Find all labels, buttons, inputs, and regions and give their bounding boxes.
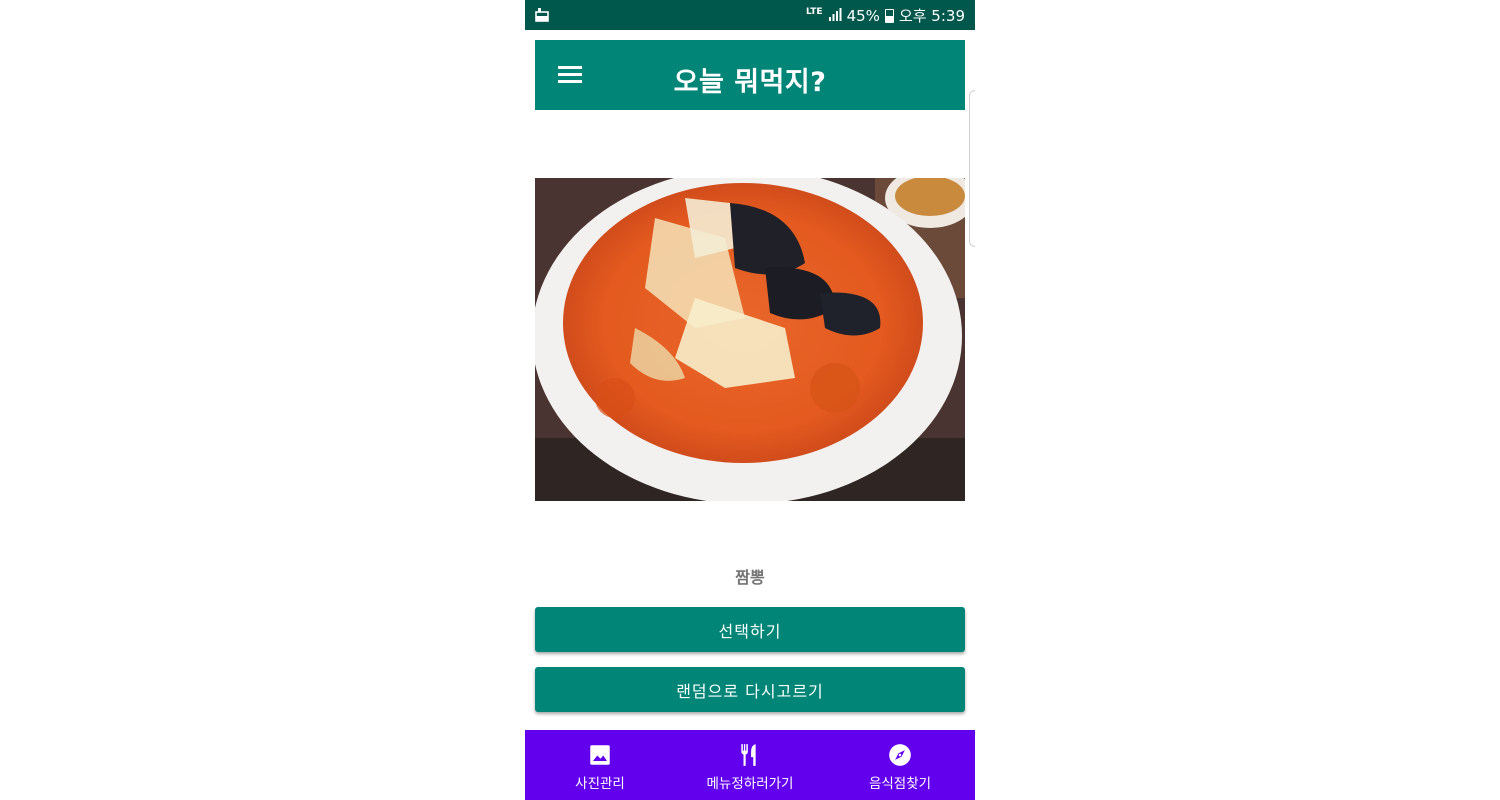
- food-photo: [535, 178, 965, 501]
- nav-label: 음식점찾기: [868, 776, 932, 792]
- nav-label: 사진관리: [575, 776, 625, 792]
- nav-photo-management[interactable]: 사진관리: [525, 730, 675, 800]
- compass-icon: [889, 744, 911, 766]
- battery-percent: 45%: [846, 6, 880, 25]
- app-bar: 오늘 뭐먹지?: [535, 40, 965, 110]
- food-name: 짬뽕: [735, 568, 765, 587]
- nav-find-restaurant[interactable]: 음식점찾기: [825, 730, 975, 800]
- edge-panel-handle[interactable]: [969, 90, 975, 247]
- nav-choose-menu[interactable]: 메뉴정하러가기: [675, 730, 825, 800]
- network-type: LTE: [806, 7, 823, 17]
- bottom-navigation: 사진관리 메뉴정하러가기 음식점찾기: [525, 730, 975, 800]
- app-title: 오늘 뭐먹지?: [673, 67, 827, 98]
- notification-icon: [535, 7, 549, 26]
- restaurant-icon: [741, 744, 756, 766]
- image-icon: [590, 745, 610, 765]
- select-button[interactable]: 선택하기: [535, 607, 965, 652]
- status-bar: LTE 45% 오후 5:39: [525, 0, 975, 30]
- nav-label: 메뉴정하러가기: [706, 776, 794, 792]
- signal-icon: [828, 7, 842, 25]
- battery-icon: [884, 8, 894, 23]
- random-reselect-button[interactable]: 랜덤으로 다시고르기: [535, 667, 965, 712]
- clock: 오후 5:39: [898, 7, 965, 25]
- phone-screen: LTE 45% 오후 5:39 오늘 뭐먹지? 짬뽕 선택하기 랜덤으로 다시고…: [525, 0, 975, 800]
